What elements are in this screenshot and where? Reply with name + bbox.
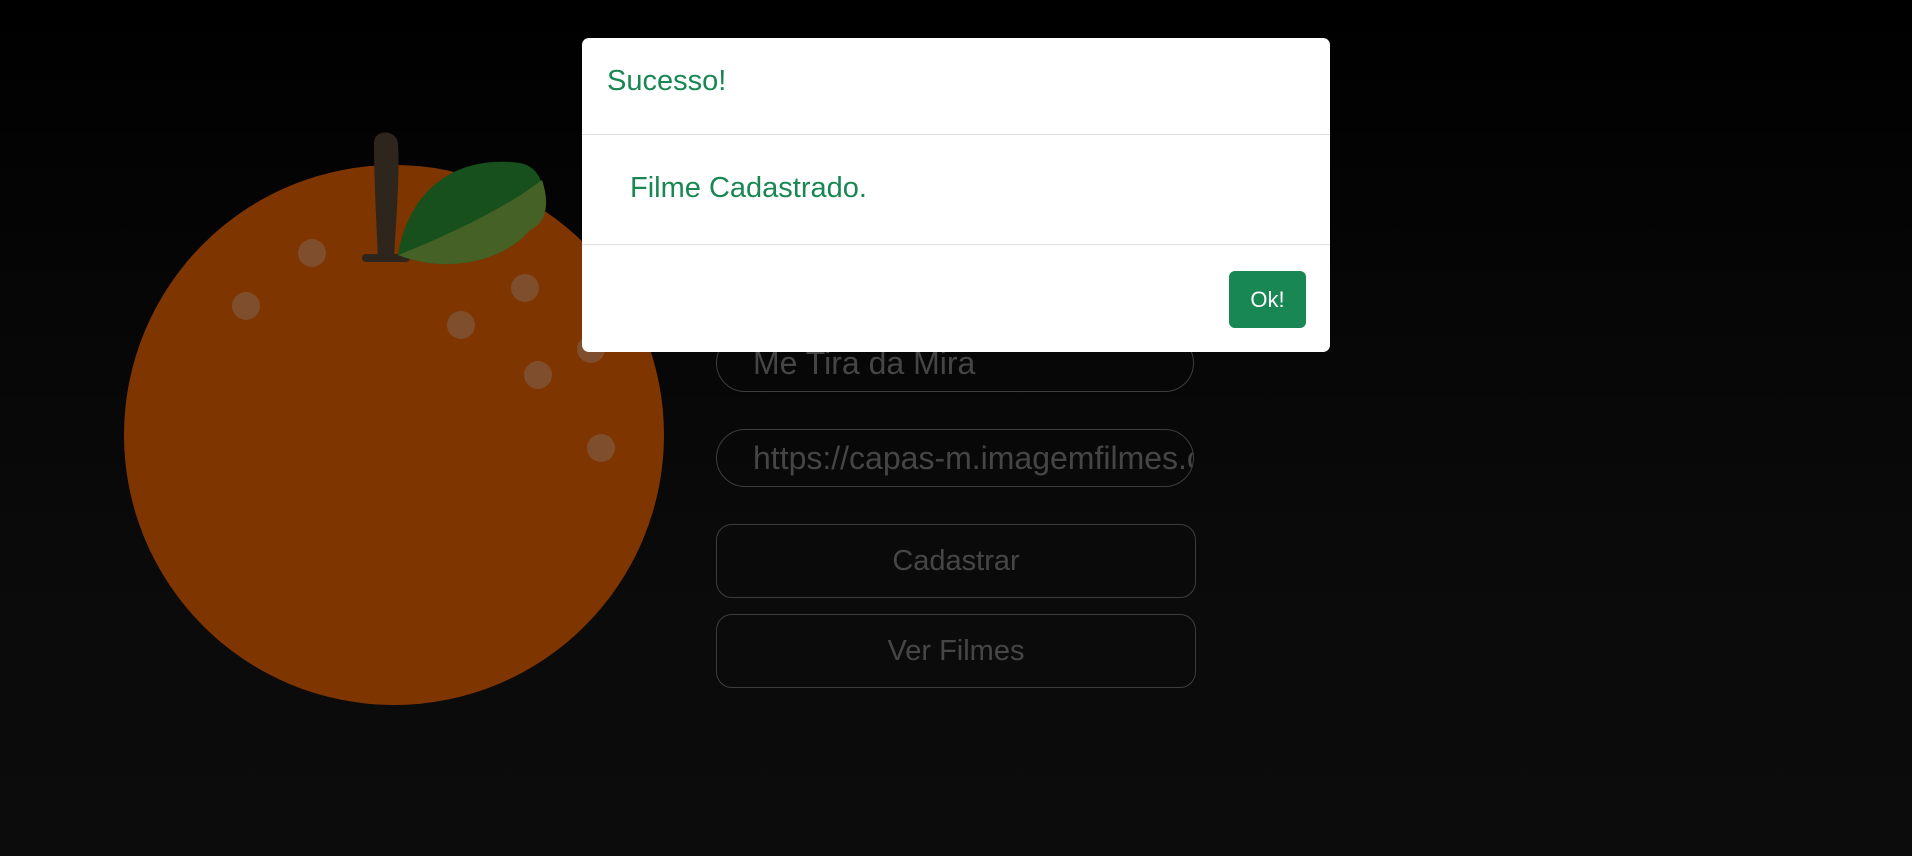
modal-header: Sucesso! [582, 38, 1330, 135]
success-modal: Sucesso! Filme Cadastrado. Ok! [582, 38, 1330, 352]
modal-message: Filme Cadastrado. [630, 172, 867, 204]
modal-footer: Ok! [582, 245, 1330, 352]
modal-body: Filme Cadastrado. [582, 135, 1330, 245]
modal-title: Sucesso! [607, 65, 727, 97]
page: Cadastrar Ver Filmes Sucesso! Filme Cada… [0, 0, 1912, 856]
ok-button[interactable]: Ok! [1229, 271, 1306, 328]
